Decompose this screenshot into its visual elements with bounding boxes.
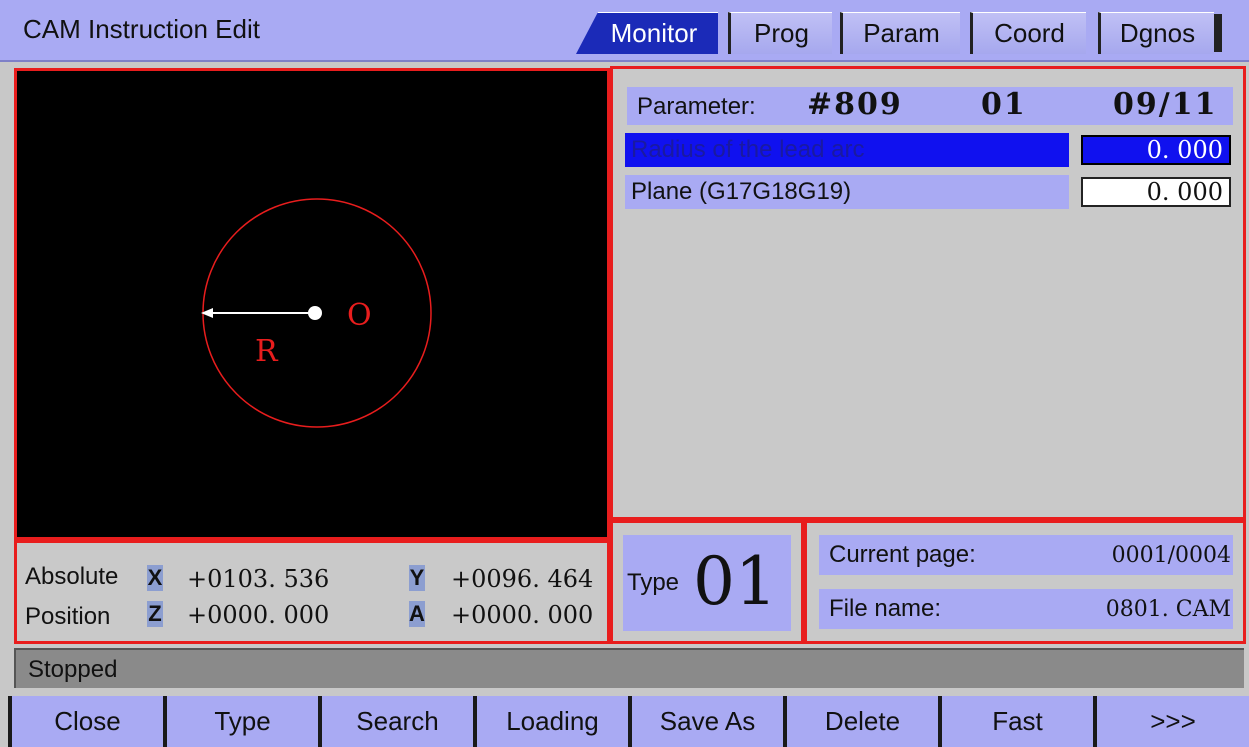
- axis-a-value: +0000. 000: [451, 601, 594, 629]
- softkey-bar: Close Type Search Loading Save As Delete…: [8, 696, 1249, 747]
- parameter-value-plane[interactable]: 0. 000: [1081, 177, 1231, 207]
- current-page-value: 0001/0004: [1111, 543, 1231, 568]
- parameter-group: 01: [981, 87, 1027, 122]
- absolute-position-panel: Absolute Position X +0103. 536 Y +0096. …: [14, 540, 610, 644]
- delete-button[interactable]: Delete: [783, 696, 938, 747]
- parameter-header: Parameter: #809 01 09/11: [627, 87, 1233, 125]
- file-name-label: File name:: [829, 595, 942, 622]
- current-page-label: Current page:: [829, 541, 976, 568]
- graphics-panel: O R: [14, 68, 610, 540]
- file-info-panel: Current page: 0001/0004 File name: 0801.…: [804, 520, 1246, 644]
- search-button[interactable]: Search: [318, 696, 473, 747]
- type-button[interactable]: Type: [163, 696, 318, 747]
- tab-label: Monitor: [610, 18, 698, 48]
- status-text: Stopped: [28, 656, 118, 683]
- axis-x-label: X: [147, 565, 163, 591]
- parameter-row-plane[interactable]: Plane (G17G18G19): [625, 175, 1069, 209]
- center-point: [308, 306, 322, 320]
- parameter-page: 09/11: [1113, 87, 1218, 122]
- parameter-number: #809: [807, 87, 903, 122]
- tab-param[interactable]: Param: [840, 12, 960, 54]
- parameter-value-lead-arc[interactable]: 0. 000: [1081, 135, 1231, 165]
- axis-z-label: Z: [147, 601, 163, 627]
- file-name-value: 0801. CAM: [1105, 597, 1231, 622]
- axis-a-label: A: [409, 601, 425, 627]
- current-page-row: Current page: 0001/0004: [819, 535, 1233, 575]
- axis-y-label: Y: [409, 565, 425, 591]
- position-label-line2: Position: [25, 603, 111, 630]
- app-title: CAM Instruction Edit: [23, 14, 260, 44]
- file-name-row: File name: 0801. CAM: [819, 589, 1233, 629]
- axis-z-value: +0000. 000: [187, 601, 330, 629]
- tab-edge: [1214, 14, 1222, 52]
- tab-label: Param: [863, 18, 940, 48]
- parameter-label: Parameter:: [637, 93, 756, 120]
- axis-x-value: +0103. 536: [187, 565, 330, 593]
- tab-monitor[interactable]: Monitor: [576, 12, 718, 54]
- lead-arc-diagram: O R: [201, 198, 432, 428]
- tab-coord[interactable]: Coord: [970, 12, 1086, 54]
- tab-label: Coord: [994, 18, 1065, 48]
- position-label-line1: Absolute: [25, 563, 119, 590]
- tab-label: Prog: [754, 18, 809, 48]
- status-bar: Stopped: [14, 648, 1244, 688]
- title-bar: CAM Instruction Edit Monitor Prog Param …: [0, 0, 1249, 62]
- close-button[interactable]: Close: [8, 696, 163, 747]
- loading-button[interactable]: Loading: [473, 696, 628, 747]
- type-box: Type 01: [623, 535, 791, 631]
- fast-button[interactable]: Fast: [938, 696, 1093, 747]
- type-panel: Type 01: [610, 520, 804, 644]
- tab-prog[interactable]: Prog: [728, 12, 832, 54]
- parameter-panel: Parameter: #809 01 09/11 Radius of the l…: [610, 66, 1246, 520]
- more-button[interactable]: >>>: [1093, 696, 1249, 747]
- tab-dgnos[interactable]: Dgnos: [1098, 12, 1214, 54]
- type-label: Type: [627, 569, 680, 596]
- type-value: 01: [693, 543, 777, 620]
- center-label: O: [347, 298, 372, 333]
- save-as-button[interactable]: Save As: [628, 696, 783, 747]
- axis-y-value: +0096. 464: [451, 565, 594, 593]
- tab-label: Dgnos: [1119, 18, 1196, 48]
- parameter-row-lead-arc[interactable]: Radius of the lead arc: [625, 133, 1069, 167]
- radius-label: R: [255, 334, 279, 369]
